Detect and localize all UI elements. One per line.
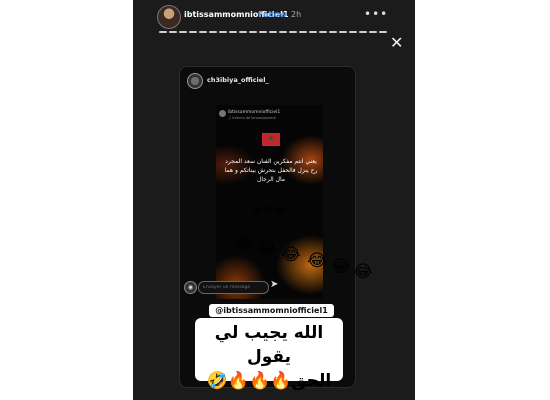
- follow-button[interactable]: Follow: [258, 10, 287, 19]
- avatar[interactable]: [187, 73, 203, 89]
- avatar[interactable]: [157, 5, 181, 29]
- story-message-text: يعني انتم مفكرين الفنان سعد المجرد رح ين…: [224, 158, 318, 183]
- story-progress-bar: [159, 31, 387, 33]
- caption-line-2: الحق🔥🔥🔥🤣: [206, 371, 332, 391]
- caption-line-1: الله يجيب لي يقول: [214, 323, 324, 367]
- inner-music-subtitle: ♫ Inferno de lanosoljamedi: [228, 116, 276, 120]
- repost-username[interactable]: ch3ibiya_officiel_: [207, 76, 269, 84]
- camera-icon[interactable]: ◉: [184, 281, 197, 294]
- close-icon[interactable]: ✕: [390, 35, 403, 51]
- story-timestamp: 2h: [291, 10, 302, 19]
- caption-sticker: الله يجيب لي يقول الحق🔥🔥🔥🤣: [195, 318, 343, 391]
- story-viewer: ibtissammomniofficiel1 Follow 2h ••• ✕ c…: [133, 0, 415, 400]
- mention-sticker[interactable]: @ibtissammomniofficiel1: [209, 304, 334, 317]
- laughing-emoji-chain: 😂 😂 😂 😂 😂 😂 😂😂😂😂😂😂: [235, 234, 373, 282]
- morocco-flag-icon: ★: [262, 133, 280, 146]
- inner-username: ibtissammomniofficiel1: [228, 110, 281, 115]
- laughing-emoji-row: 😂😂😂: [252, 206, 287, 216]
- more-icon[interactable]: •••: [364, 7, 388, 21]
- avatar: [219, 110, 226, 117]
